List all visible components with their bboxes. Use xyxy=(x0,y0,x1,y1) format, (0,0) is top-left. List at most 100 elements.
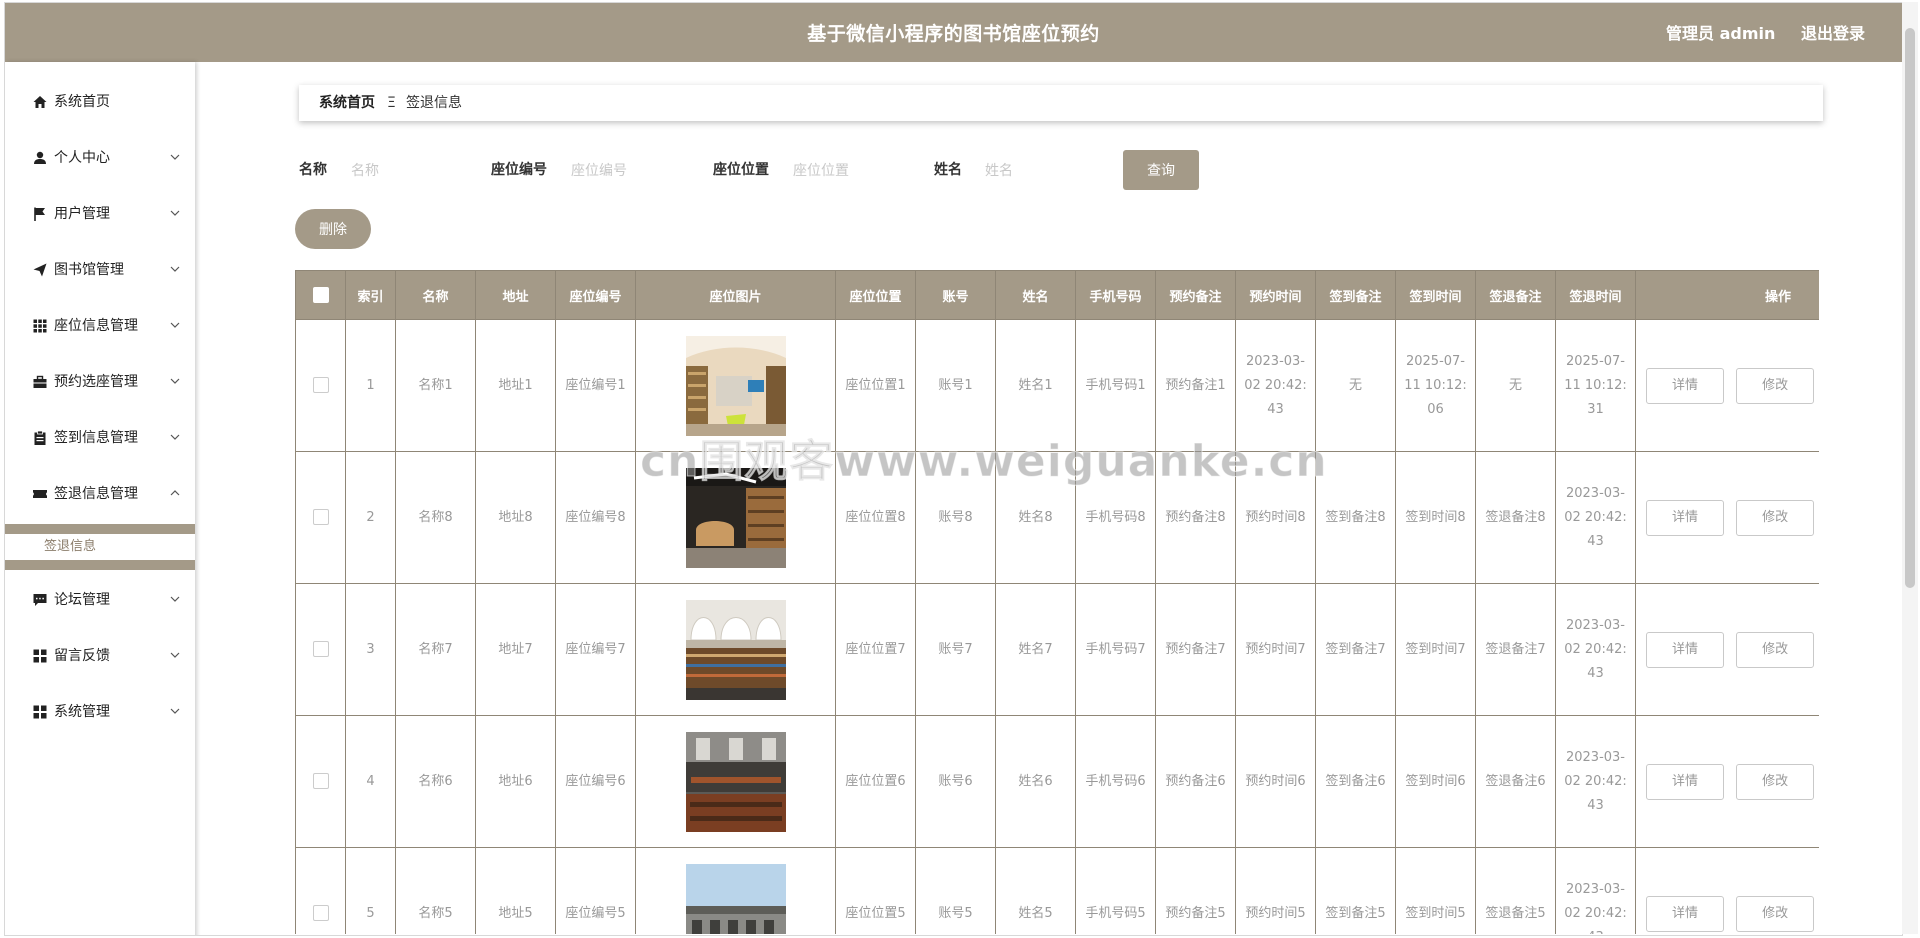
name-cell: 名称7 xyxy=(395,583,476,716)
select-all-cell xyxy=(295,270,346,320)
logout-link[interactable]: 退出登录 xyxy=(1801,3,1865,65)
seat-image xyxy=(685,599,786,700)
reserve-note-cell: 预约备注1 xyxy=(1155,319,1236,452)
signout-note-cell: 无 xyxy=(1475,319,1556,452)
person-name-label: 姓名 xyxy=(934,162,962,178)
seat-number-input[interactable] xyxy=(569,158,693,184)
seat-image-cell xyxy=(635,451,836,584)
row-checkbox[interactable] xyxy=(312,377,329,393)
vertical-scrollbar-thumb[interactable] xyxy=(1905,28,1915,588)
breadcrumb-home[interactable]: 系统首页 xyxy=(319,85,375,121)
row-checkbox[interactable] xyxy=(312,773,329,789)
sidebar-item-users[interactable]: 用户管理 xyxy=(5,194,195,234)
signin-note-cell: 签到备注8 xyxy=(1315,451,1396,584)
signin-time-cell: 签到时间6 xyxy=(1395,715,1476,848)
sidebar-item-label: 预约选座管理 xyxy=(54,374,138,390)
person-name-cell: 姓名6 xyxy=(995,715,1076,848)
seat-image xyxy=(685,335,786,436)
sidebar-item-reservation[interactable]: 预约选座管理 xyxy=(5,362,195,402)
signin-note-cell: 签到备注5 xyxy=(1315,847,1396,934)
detail-button[interactable]: 详情 xyxy=(1646,895,1724,932)
seat-position-input[interactable] xyxy=(791,158,915,184)
sidebar-item-signin[interactable]: 签到信息管理 xyxy=(5,418,195,458)
name-cell: 名称5 xyxy=(395,847,476,934)
detail-button[interactable]: 详情 xyxy=(1646,367,1724,404)
account-cell: 账号1 xyxy=(915,319,996,452)
edit-button[interactable]: 修改 xyxy=(1736,763,1815,800)
person-name-input[interactable] xyxy=(983,158,1107,184)
sidebar-item-library[interactable]: 图书馆管理 xyxy=(5,250,195,290)
row-select-cell xyxy=(295,451,346,584)
reserve-note-cell: 预约备注8 xyxy=(1155,451,1236,584)
column-header: 签退时间 xyxy=(1555,270,1636,320)
seat-image xyxy=(685,863,786,934)
phone-cell: 手机号码6 xyxy=(1075,715,1156,848)
chevron-down-icon xyxy=(170,210,180,216)
chevron-down-icon xyxy=(170,434,180,440)
phone-cell: 手机号码7 xyxy=(1075,583,1156,716)
address-cell: 地址8 xyxy=(475,451,556,584)
phone-cell: 手机号码5 xyxy=(1075,847,1156,934)
row-checkbox[interactable] xyxy=(312,641,329,657)
sidebar-item-signout[interactable]: 签退信息管理 xyxy=(5,474,195,514)
column-header: 索引 xyxy=(345,270,396,320)
column-header: 签退备注 xyxy=(1475,270,1556,320)
sidebar-item-forum[interactable]: 论坛管理 xyxy=(5,580,195,620)
seat-position-cell: 座位位置1 xyxy=(835,319,916,452)
column-header: 座位图片 xyxy=(635,270,836,320)
signout-note-cell: 签退备注7 xyxy=(1475,583,1556,716)
user-icon xyxy=(34,151,46,164)
sidebar-item-seat-info[interactable]: 座位信息管理 xyxy=(5,306,195,346)
phone-cell: 手机号码8 xyxy=(1075,451,1156,584)
signout-time-cell: 2023-03-02 20:42:43 xyxy=(1555,847,1636,934)
sidebar-item-system[interactable]: 系统管理 xyxy=(5,692,195,732)
seat-image-cell xyxy=(635,847,836,934)
signout-time-cell: 2023-03-02 20:42:43 xyxy=(1555,715,1636,848)
address-cell: 地址1 xyxy=(475,319,556,452)
chevron-down-icon xyxy=(170,652,180,658)
breadcrumb: 系统首页 Ξ 签退信息 xyxy=(299,85,1823,121)
column-header: 签到时间 xyxy=(1395,270,1476,320)
edit-button[interactable]: 修改 xyxy=(1736,499,1815,536)
edit-button[interactable]: 修改 xyxy=(1736,631,1815,668)
sidebar-item-personal[interactable]: 个人中心 xyxy=(5,138,195,178)
detail-button[interactable]: 详情 xyxy=(1646,631,1724,668)
seat-position-label: 座位位置 xyxy=(713,162,769,178)
delete-button[interactable]: 删除 xyxy=(295,209,371,249)
sidebar-item-label: 个人中心 xyxy=(54,150,110,166)
seat-position-cell: 座位位置5 xyxy=(835,847,916,934)
row-checkbox[interactable] xyxy=(312,905,329,921)
row-select-cell xyxy=(295,583,346,716)
signin-note-cell: 签到备注7 xyxy=(1315,583,1396,716)
flag-icon xyxy=(34,207,45,221)
breadcrumb-current: 签退信息 xyxy=(406,95,462,111)
reserve-time-cell: 2023-03-02 20:42:43 xyxy=(1235,319,1316,452)
app-title: 基于微信小程序的图书馆座位预约 xyxy=(807,23,1100,45)
detail-button[interactable]: 详情 xyxy=(1646,499,1724,536)
person-name-cell: 姓名1 xyxy=(995,319,1076,452)
top-header: 基于微信小程序的图书馆座位预约 管理员 admin 退出登录 xyxy=(5,3,1902,62)
name-input[interactable] xyxy=(349,158,473,184)
query-button[interactable]: 查询 xyxy=(1123,150,1199,190)
seat-number-label: 座位编号 xyxy=(491,162,547,178)
column-header: 座位编号 xyxy=(555,270,636,320)
signout-table: 索引 名称 地址 座位编号 座位图片 座位位置 账号 姓名 手机号码 预约备注 … xyxy=(295,270,1819,934)
sidebar-item-label: 论坛管理 xyxy=(54,592,110,608)
actions-cell: 详情 修改 xyxy=(1635,451,1819,584)
submenu-item-signout-info[interactable]: 签退信息 xyxy=(44,534,96,560)
column-header: 地址 xyxy=(475,270,556,320)
edit-button[interactable]: 修改 xyxy=(1736,367,1815,404)
index-cell: 1 xyxy=(345,319,396,452)
sidebar-item-feedback[interactable]: 留言反馈 xyxy=(5,636,195,676)
sidebar-item-label: 留言反馈 xyxy=(54,648,110,664)
detail-button[interactable]: 详情 xyxy=(1646,763,1724,800)
seat-number-cell: 座位编号5 xyxy=(555,847,636,934)
select-all-checkbox[interactable] xyxy=(312,287,329,303)
sidebar-item-label: 签退信息管理 xyxy=(54,486,138,502)
edit-button[interactable]: 修改 xyxy=(1736,895,1815,932)
row-select-cell xyxy=(295,319,346,452)
reserve-note-cell: 预约备注6 xyxy=(1155,715,1236,848)
reserve-time-cell: 预约时间6 xyxy=(1235,715,1316,848)
sidebar-item-home[interactable]: 系统首页 xyxy=(5,82,195,122)
row-checkbox[interactable] xyxy=(312,509,329,525)
